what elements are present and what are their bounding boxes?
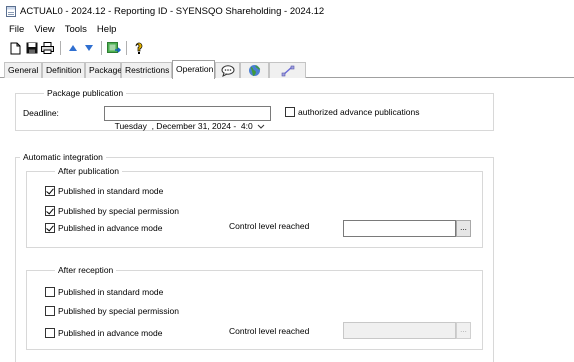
rec-control-level-browse-button[interactable]: ...: [456, 322, 471, 339]
rec-advance-mode-checkbox[interactable]: Published in advance mode: [45, 328, 162, 338]
tab-links[interactable]: [269, 62, 306, 78]
authorized-advance-checkbox[interactable]: authorized advance publications: [285, 107, 419, 117]
deadline-picker[interactable]: Tuesday , December 31, 2024 - 4:0: [104, 106, 271, 131]
rec-advance-mode-label: Published in advance mode: [58, 328, 163, 338]
save-icon[interactable]: [24, 41, 39, 56]
package-publication-legend: Package publication: [44, 88, 127, 98]
toolbar-separator: [60, 41, 61, 55]
checkbox-box: [285, 107, 295, 117]
checkbox-checked: [45, 186, 55, 196]
pub-special-permission-checkbox[interactable]: Published by special permission: [45, 206, 179, 216]
pub-control-level-label: Control level reached: [229, 221, 310, 231]
title-bar: ACTUAL0 - 2024.12 - Reporting ID - SYENS…: [0, 0, 574, 22]
rec-control-level-field[interactable]: [343, 322, 456, 339]
pub-standard-mode-label: Published in standard mode: [58, 186, 164, 196]
link-tool-icon: [281, 65, 294, 76]
export-icon[interactable]: [106, 41, 121, 56]
chevron-down-icon: [248, 107, 265, 150]
application-icon: [6, 5, 16, 17]
pub-control-level-field[interactable]: [343, 220, 456, 237]
after-publication-legend: After publication: [55, 166, 122, 176]
menu-help[interactable]: Help: [92, 24, 122, 35]
help-icon[interactable]: [131, 41, 146, 56]
rec-control-level-label: Control level reached: [229, 326, 310, 336]
pub-advance-mode-label: Published in advance mode: [58, 223, 163, 233]
after-reception-legend: After reception: [55, 265, 117, 275]
print-icon[interactable]: [40, 41, 55, 56]
menu-bar: File View Tools Help: [0, 22, 121, 37]
new-document-icon[interactable]: [8, 41, 23, 56]
checkbox-checked: [45, 206, 55, 216]
rec-standard-mode-label: Published in standard mode: [58, 287, 164, 297]
checkbox-box: [45, 306, 55, 316]
tab-world[interactable]: [240, 62, 269, 78]
checkbox-box: [45, 287, 55, 297]
window-title: ACTUAL0 - 2024.12 - Reporting ID - SYENS…: [20, 5, 325, 17]
menu-tools[interactable]: Tools: [60, 24, 92, 35]
tab-operation[interactable]: Operation: [172, 60, 215, 79]
menu-file[interactable]: File: [4, 24, 29, 35]
tab-general[interactable]: General: [4, 62, 42, 78]
checkbox-checked: [45, 223, 55, 233]
rec-standard-mode-checkbox[interactable]: Published in standard mode: [45, 287, 163, 297]
menu-view[interactable]: View: [29, 24, 59, 35]
speech-bubble-icon: [221, 64, 234, 77]
deadline-value: Tuesday , December 31, 2024 - 4:0: [114, 121, 253, 131]
toolbar-separator: [126, 41, 127, 55]
toolbar: [0, 39, 147, 57]
tab-comments[interactable]: [215, 62, 240, 78]
rec-special-permission-label: Published by special permission: [58, 306, 179, 316]
rec-special-permission-checkbox[interactable]: Published by special permission: [45, 306, 179, 316]
checkbox-box: [45, 328, 55, 338]
globe-icon: [249, 65, 261, 77]
tab-package[interactable]: Package: [85, 62, 122, 78]
tab-definition[interactable]: Definition: [42, 62, 85, 78]
arrow-down-icon[interactable]: [81, 41, 96, 56]
pub-control-level-browse-button[interactable]: ...: [456, 220, 471, 237]
automatic-integration-legend: Automatic integration: [20, 152, 106, 162]
pub-advance-mode-checkbox[interactable]: Published in advance mode: [45, 223, 162, 233]
tab-bar: General Definition Package Restrictions …: [0, 59, 574, 79]
tab-restrictions[interactable]: Restrictions: [121, 62, 172, 78]
toolbar-separator: [101, 41, 102, 55]
deadline-label: Deadline:: [23, 108, 59, 118]
pub-standard-mode-checkbox[interactable]: Published in standard mode: [45, 186, 163, 196]
arrow-up-icon[interactable]: [65, 41, 80, 56]
pub-special-permission-label: Published by special permission: [58, 206, 179, 216]
authorized-advance-label: authorized advance publications: [298, 107, 420, 117]
